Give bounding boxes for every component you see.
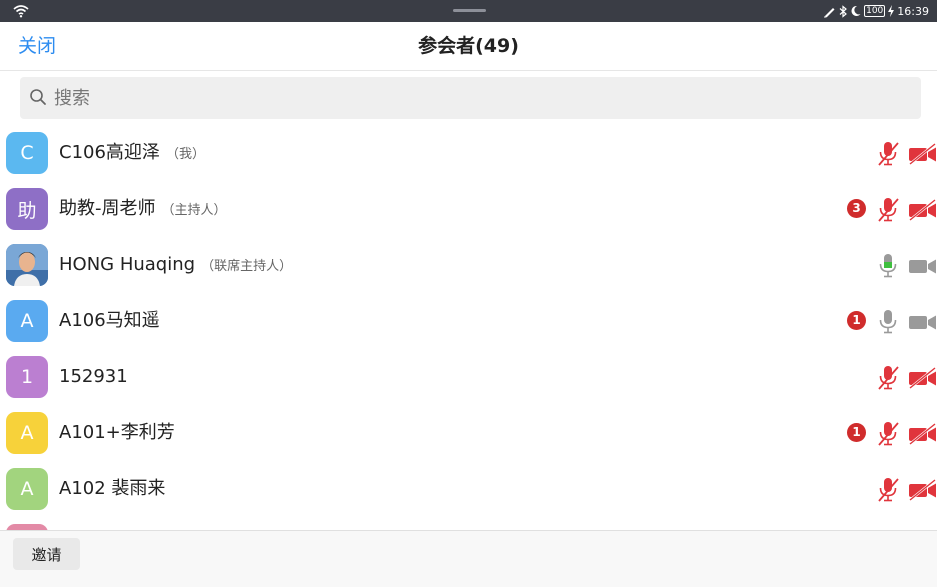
avatar [6, 244, 48, 286]
participant-role: （主持人） [161, 203, 227, 218]
participant-row[interactable]: 1 152931 [0, 350, 937, 406]
participant-role: （联席主持人） [201, 259, 293, 274]
battery-icon: 100 [864, 5, 886, 17]
mic-muted-icon[interactable] [876, 197, 900, 223]
participant-name-line: HONG Huaqing （联席主持人） [59, 252, 292, 280]
video-off-icon[interactable] [908, 199, 937, 221]
video-icon[interactable] [908, 255, 937, 277]
avatar: A [6, 468, 48, 510]
charging-icon [888, 5, 895, 17]
video-off-icon[interactable] [908, 479, 937, 501]
avatar: C [6, 132, 48, 174]
drag-handle[interactable] [453, 9, 486, 12]
search-bar[interactable] [20, 77, 921, 119]
page-title: 参会者(49) [418, 35, 519, 57]
participant-name: HONG Huaqing [59, 254, 196, 275]
participant-role: （我） [165, 147, 205, 162]
participant-name: A106马知遥 [59, 310, 160, 331]
video-off-icon[interactable] [908, 423, 937, 445]
video-off-icon[interactable] [908, 143, 937, 165]
pen-icon [824, 7, 835, 17]
avatar: 助 [6, 188, 48, 230]
avatar-photo [6, 244, 48, 286]
participant-name: C106高迎泽 [59, 142, 160, 163]
header: 关闭 参会者(49) [0, 22, 937, 71]
avatar: A [6, 412, 48, 454]
mic-icon[interactable] [876, 309, 900, 335]
mic-muted-icon[interactable] [876, 477, 900, 503]
participant-row[interactable]: C C106高迎泽 （我） [0, 126, 937, 182]
unread-badge: 1 [847, 423, 866, 442]
unread-badge: 3 [847, 199, 866, 218]
participant-name: 助教-周老师 [59, 198, 156, 219]
avatar: A [6, 300, 48, 342]
participant-name: A102 裴雨来 [59, 478, 166, 499]
participant-name-line: 152931 [59, 364, 128, 390]
mic-muted-icon[interactable] [876, 141, 900, 167]
participant-name-line: A101+李利芳 [59, 420, 175, 446]
participant-list[interactable]: C C106高迎泽 （我） 助助教-周老师 （主持人） 3 HONG Huaqing （联… [0, 126, 937, 530]
participant-name-line: C106高迎泽 （我） [59, 140, 205, 168]
participant-name: 152931 [59, 366, 128, 387]
participant-row[interactable]: A A106马知遥 1 [0, 294, 937, 350]
unread-badge: 1 [847, 311, 866, 330]
participant-name: A101+李利芳 [59, 422, 175, 443]
wifi-icon [13, 5, 29, 18]
status-icons: 100 16:39 [823, 3, 929, 19]
mic-muted-icon[interactable] [876, 365, 900, 391]
participant-row[interactable]: HONG Huaqing （联席主持人） [0, 238, 937, 294]
mic-muted-icon[interactable] [876, 421, 900, 447]
participant-name-line: A102 裴雨来 [59, 476, 165, 502]
participant-row[interactable]: A A102 裴雨来 [0, 462, 937, 518]
clock: 16:39 [897, 4, 929, 18]
participant-name-line: A106马知遥 [59, 308, 160, 334]
video-icon[interactable] [908, 311, 937, 333]
bottom-toolbar: 邀请 [0, 530, 937, 587]
moon-icon [851, 5, 861, 16]
search-input[interactable] [54, 77, 904, 119]
bluetooth-icon [839, 4, 848, 18]
participant-row[interactable]: A A101+李利芳 1 [0, 406, 937, 462]
status-bar: 100 16:39 [0, 0, 937, 22]
video-off-icon[interactable] [908, 367, 937, 389]
participant-row[interactable]: 助助教-周老师 （主持人） 3 [0, 182, 937, 238]
mic-icon[interactable] [876, 253, 900, 279]
avatar: 1 [6, 356, 48, 398]
invite-button[interactable]: 邀请 [13, 538, 80, 570]
participant-name-line: 助教-周老师 （主持人） [59, 196, 227, 224]
search-icon [30, 89, 46, 105]
